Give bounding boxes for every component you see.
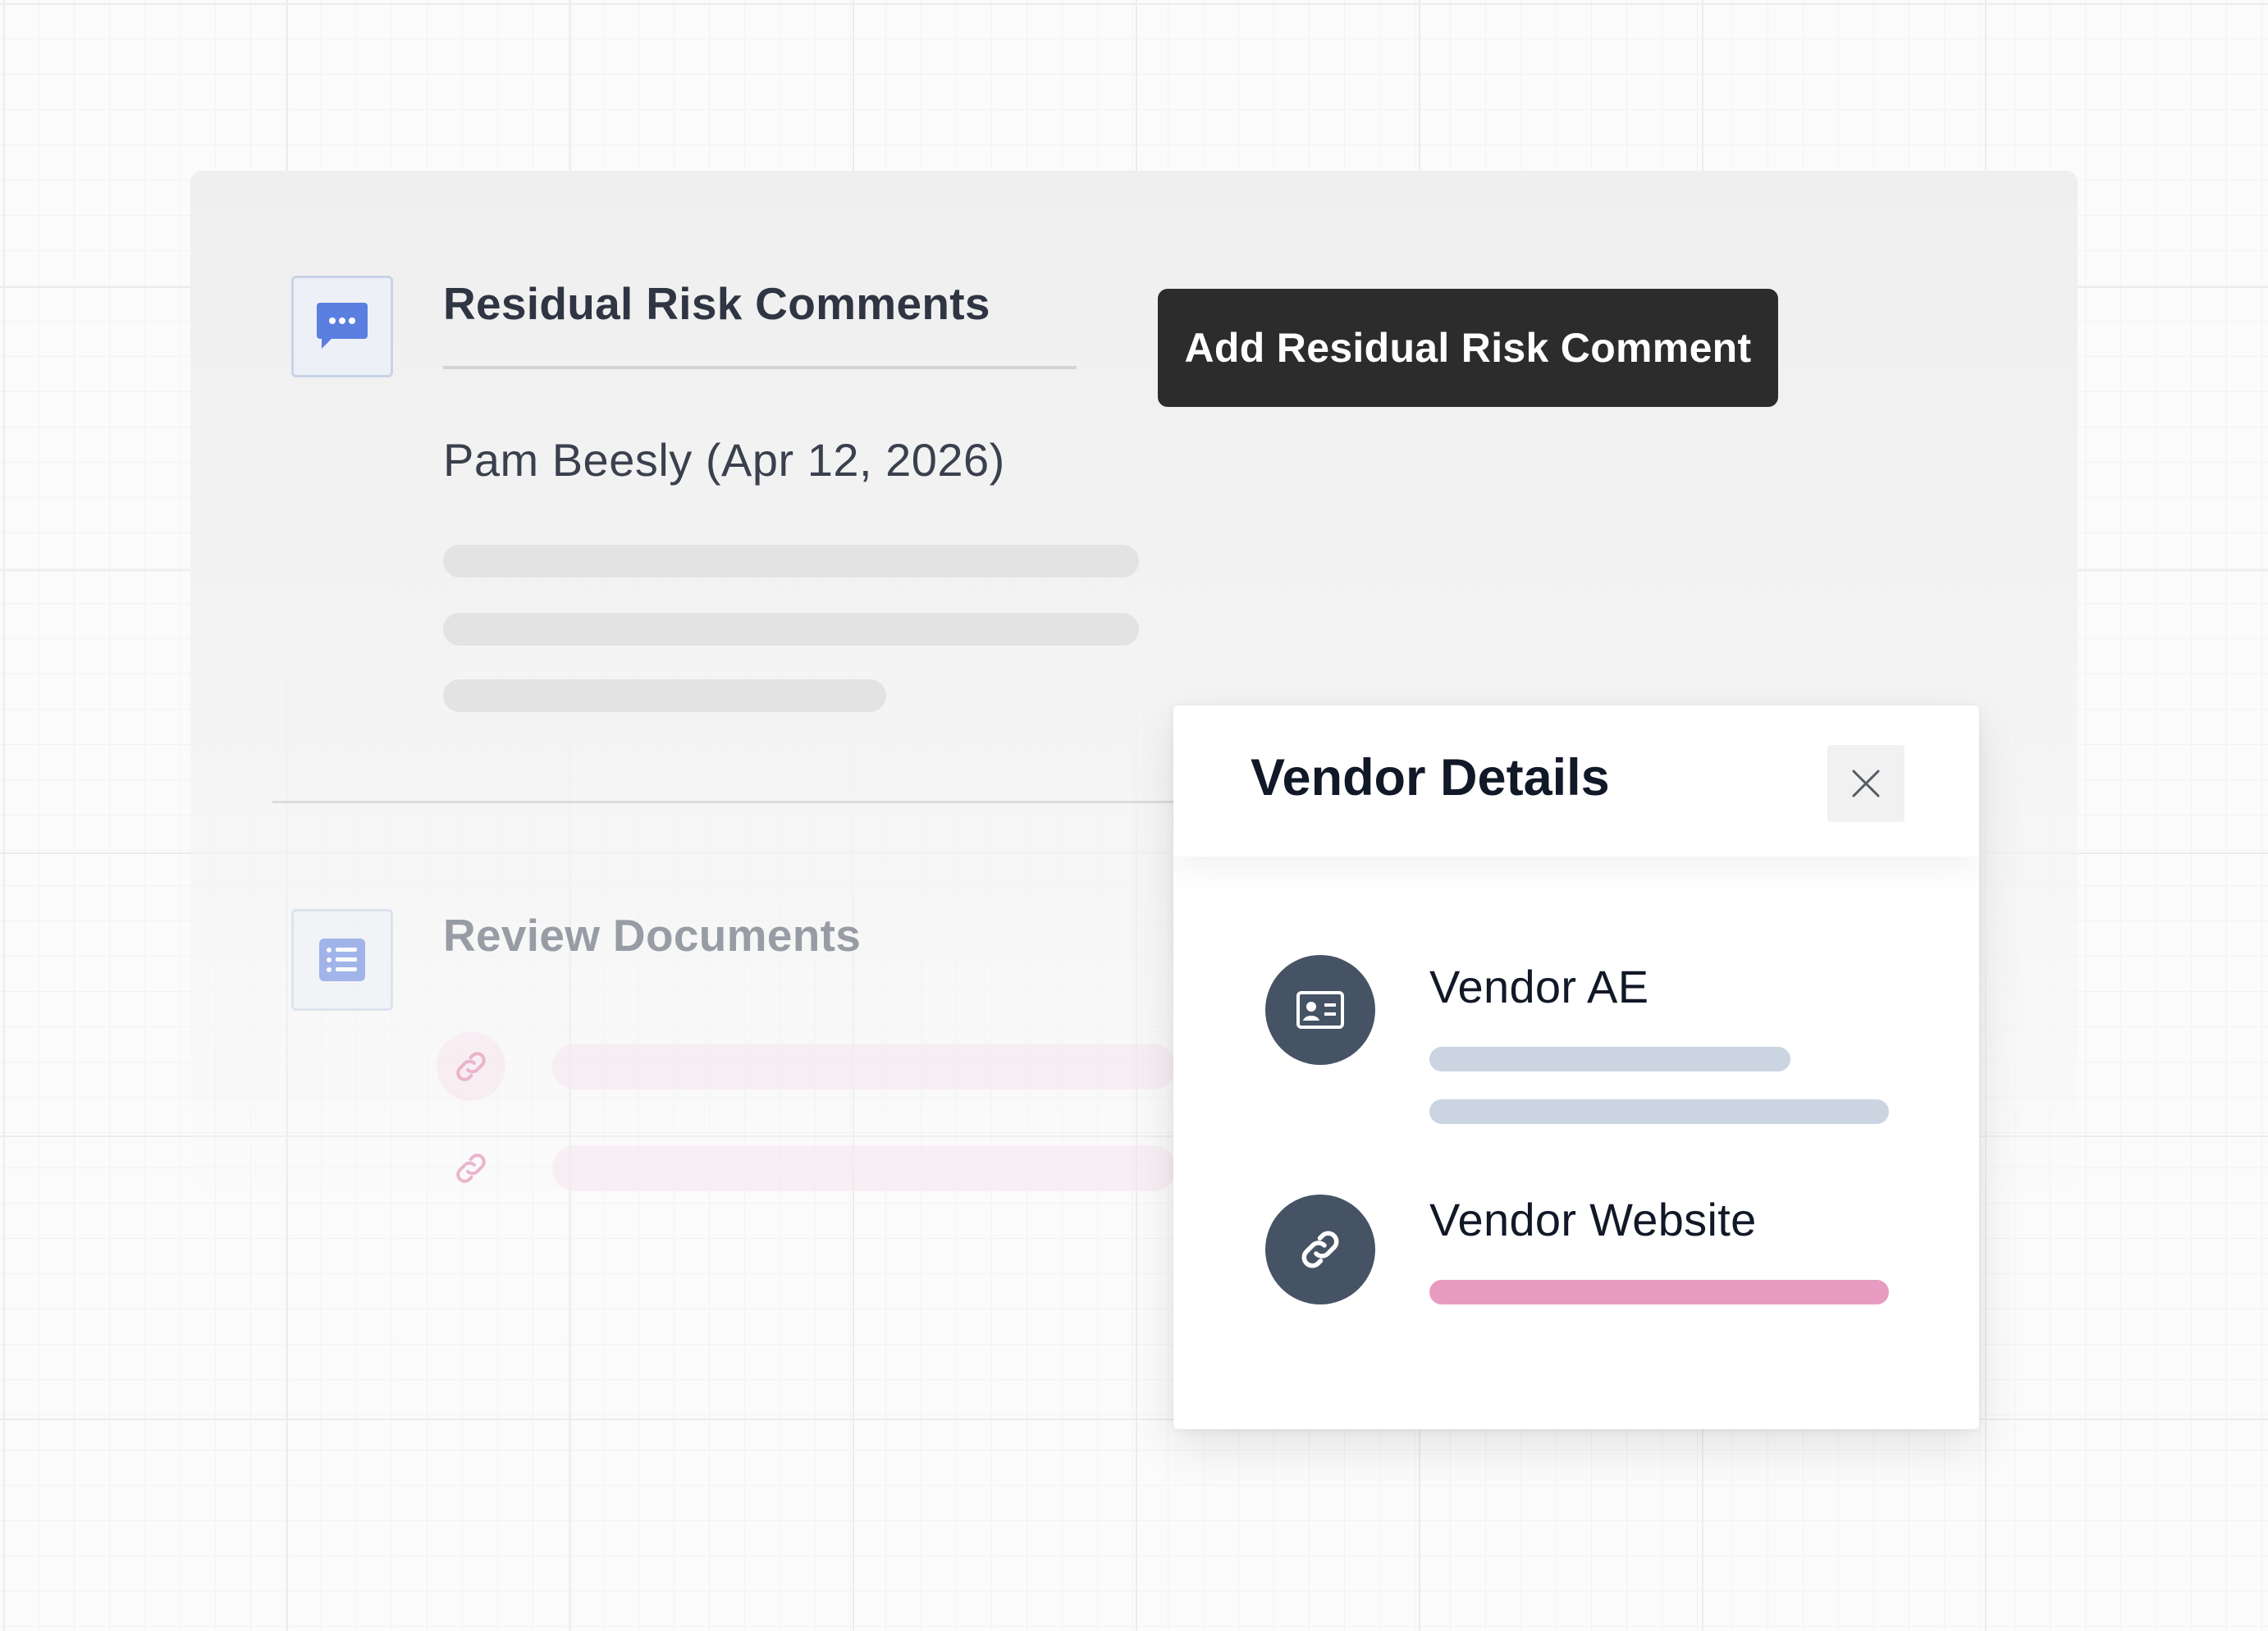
- vendor-website-link[interactable]: [1429, 1280, 1889, 1304]
- vendor-details-panel: Vendor Details Vendor AE Vendor Website: [1173, 706, 1979, 1429]
- section-divider: [272, 801, 1175, 803]
- vendor-website-icon: [1265, 1195, 1375, 1304]
- comment-text-placeholder: [443, 613, 1139, 646]
- comment-section-icon: [291, 276, 393, 377]
- comments-section-title: Residual Risk Comments: [443, 278, 990, 329]
- document-link-icon-1[interactable]: [437, 1032, 505, 1101]
- vendor-website-label: Vendor Website: [1429, 1194, 1757, 1245]
- vendor-panel-title: Vendor Details: [1251, 749, 1610, 806]
- title-underline: [443, 366, 1077, 369]
- close-button[interactable]: [1827, 745, 1904, 822]
- comment-dots-icon: [317, 303, 368, 349]
- documents-section-title: Review Documents: [443, 910, 862, 961]
- link-icon: [456, 1052, 486, 1081]
- vendor-ae-icon: [1265, 955, 1375, 1065]
- documents-section-icon: [291, 909, 393, 1011]
- id-card-icon: [1296, 991, 1344, 1029]
- link-icon: [456, 1154, 486, 1183]
- close-icon: [1852, 770, 1880, 797]
- document-link-placeholder[interactable]: [552, 1044, 1176, 1090]
- list-icon: [319, 939, 365, 981]
- vendor-ae-placeholder: [1429, 1099, 1889, 1124]
- comment-text-placeholder: [443, 679, 886, 712]
- vendor-ae-placeholder: [1429, 1047, 1790, 1071]
- document-link-placeholder[interactable]: [552, 1145, 1176, 1191]
- link-icon: [1301, 1231, 1339, 1268]
- comment-author: Pam Beesly (Apr 12, 2026): [443, 434, 1005, 486]
- vendor-ae-label: Vendor AE: [1429, 961, 1649, 1012]
- comment-text-placeholder: [443, 545, 1139, 578]
- add-residual-risk-comment-button[interactable]: Add Residual Risk Comment: [1158, 289, 1778, 407]
- document-link-icon-2[interactable]: [437, 1134, 505, 1203]
